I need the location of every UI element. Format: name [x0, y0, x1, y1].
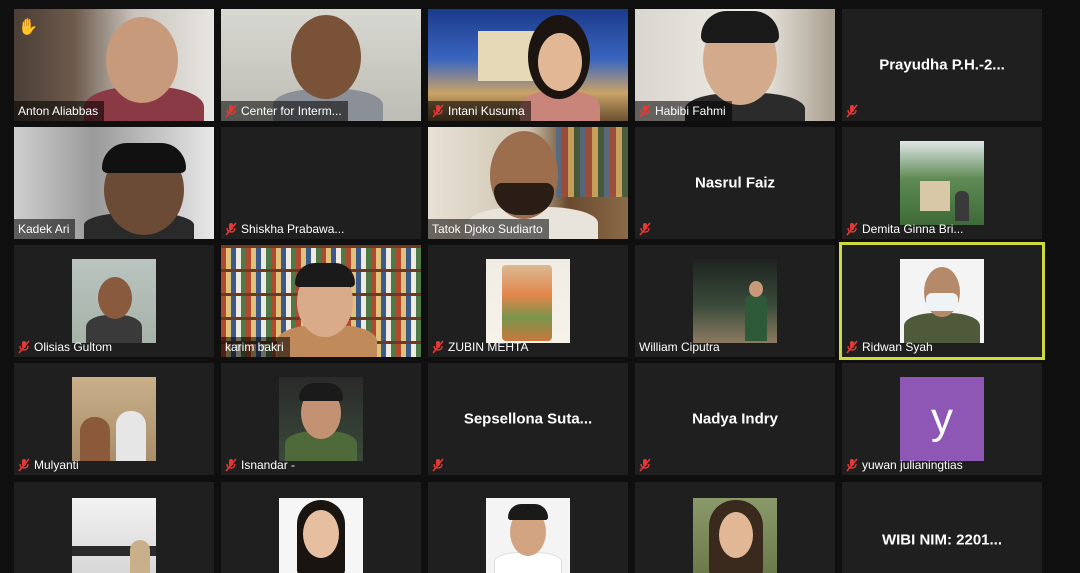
- participant-photo: [72, 259, 156, 343]
- video-tile-olisias-gultom[interactable]: Olisias Gultom: [14, 245, 214, 357]
- muted-mic-icon: [846, 104, 858, 118]
- participant-name-bar: yuwan julianingtias: [842, 455, 969, 475]
- muted-mic-icon: [639, 458, 651, 472]
- participant-name: Ridwan Syah: [862, 340, 933, 354]
- video-tile-center-for-interm[interactable]: Center for Interm...: [221, 9, 421, 121]
- muted-mic-icon: [18, 340, 30, 354]
- participant-name-bar: Shiskha Prabawa...: [221, 219, 350, 239]
- participant-name-bar: Mulyanti: [14, 455, 85, 475]
- participant-name: Olisias Gultom: [34, 340, 113, 354]
- participant-photo: [486, 259, 570, 343]
- participant-display-name: WIBI NIM: 2201...: [881, 531, 1003, 549]
- video-tile-ridwan-syah[interactable]: Ridwan Syah: [839, 242, 1045, 360]
- participant-name-bar: Intani Kusuma: [428, 101, 531, 121]
- participant-photo: [72, 498, 156, 573]
- video-tile-shiskha-prabawa[interactable]: Shiskha Prabawa...: [221, 127, 421, 239]
- video-tile-habibi-fahmi[interactable]: Habibi Fahmi: [635, 9, 835, 121]
- participant-name: Intani Kusuma: [448, 104, 525, 118]
- muted-mic-icon: [225, 222, 237, 236]
- muted-mic-icon: [639, 104, 651, 118]
- video-tile-mulyanti[interactable]: Mulyanti: [14, 363, 214, 475]
- participant-name-bar: William Ciputra: [635, 337, 726, 357]
- video-tile-row5-4[interactable]: [635, 482, 835, 573]
- video-tile-karim-bakri[interactable]: karim bakri: [221, 245, 421, 357]
- muted-mic-icon: [225, 458, 237, 472]
- muted-mic-icon: [18, 458, 30, 472]
- video-tile-nasrul-faiz[interactable]: Nasrul Faiz: [635, 127, 835, 239]
- participant-name: Center for Interm...: [241, 104, 342, 118]
- participant-name-bar: [428, 455, 450, 475]
- participant-name: Shiskha Prabawa...: [241, 222, 345, 236]
- avatar: y: [900, 377, 984, 461]
- video-tile-row5-3[interactable]: [428, 482, 628, 573]
- video-tile-yuwan-julianingtias[interactable]: y yuwan julianingtias: [842, 363, 1042, 475]
- participant-name: Habibi Fahmi: [655, 104, 726, 118]
- muted-mic-icon: [639, 222, 651, 236]
- participant-name: Kadek Ari: [18, 222, 70, 236]
- video-tile-row5-2[interactable]: [221, 482, 421, 573]
- participant-name-bar: Kadek Ari: [14, 219, 76, 239]
- video-tile-wibi[interactable]: WIBI NIM: 2201...: [842, 482, 1042, 573]
- video-tile-prayudha[interactable]: Prayudha P.H.-2...: [842, 9, 1042, 121]
- participant-name-bar: Demita Ginna Bri...: [842, 219, 969, 239]
- muted-mic-icon: [432, 340, 444, 354]
- participant-photo: [900, 141, 984, 225]
- participant-photo: [900, 259, 984, 343]
- video-tile-kadek-ari[interactable]: Kadek Ari: [14, 127, 214, 239]
- video-tile-tatok-djoko-sudiarto[interactable]: Tatok Djoko Sudiarto: [428, 127, 628, 239]
- video-tile-nadya-indry[interactable]: Nadya Indry: [635, 363, 835, 475]
- video-tile-demita-ginna[interactable]: Demita Ginna Bri...: [842, 127, 1042, 239]
- participant-name-bar: Center for Interm...: [221, 101, 348, 121]
- participant-display-name: Nadya Indry: [692, 410, 778, 428]
- muted-mic-icon: [432, 104, 444, 118]
- participant-photo: [279, 377, 363, 461]
- video-tile-intani-kusuma[interactable]: Intani Kusuma: [428, 9, 628, 121]
- participant-display-name: Sepsellona Suta...: [463, 410, 593, 428]
- participant-name: yuwan julianingtias: [862, 458, 963, 472]
- participant-photo: [72, 377, 156, 461]
- participant-name-bar: [635, 219, 657, 239]
- participant-name: Demita Ginna Bri...: [862, 222, 964, 236]
- muted-mic-icon: [846, 222, 858, 236]
- muted-mic-icon: [432, 458, 444, 472]
- participant-photo: [693, 498, 777, 573]
- participant-name: William Ciputra: [639, 340, 720, 354]
- participant-name: Tatok Djoko Sudiarto: [432, 222, 543, 236]
- participant-name-bar: Isnandar -: [221, 455, 301, 475]
- video-tile-isnandar[interactable]: Isnandar -: [221, 363, 421, 475]
- participant-name: Isnandar -: [241, 458, 296, 472]
- participant-name-bar: Anton Aliabbas: [14, 101, 105, 121]
- video-tile-zubin-mehta[interactable]: ZUBIN MEHTA: [428, 245, 628, 357]
- participant-name-bar: [842, 101, 864, 121]
- participant-photo: [279, 498, 363, 573]
- participant-name: Mulyanti: [34, 458, 79, 472]
- participant-photo: [486, 498, 570, 573]
- participant-name-bar: Olisias Gultom: [14, 337, 118, 357]
- muted-mic-icon: [846, 458, 858, 472]
- participant-name: Anton Aliabbas: [18, 104, 99, 118]
- raised-hand-icon: ✋: [18, 19, 38, 36]
- participant-display-name: Nasrul Faiz: [694, 174, 776, 192]
- participant-name-bar: Habibi Fahmi: [635, 101, 732, 121]
- participant-name-bar: [635, 455, 657, 475]
- participant-name-bar: ZUBIN MEHTA: [428, 337, 534, 357]
- participant-name-bar: Tatok Djoko Sudiarto: [428, 219, 549, 239]
- participant-display-name: Prayudha P.H.-2...: [879, 56, 1005, 74]
- muted-mic-icon: [225, 104, 237, 118]
- video-tile-sepsellona[interactable]: Sepsellona Suta...: [428, 363, 628, 475]
- participant-photo: [693, 259, 777, 343]
- participant-name-bar: Ridwan Syah: [842, 337, 939, 357]
- participant-name: ZUBIN MEHTA: [448, 340, 529, 354]
- video-tile-william-ciputra[interactable]: William Ciputra: [635, 245, 835, 357]
- video-tile-anton-aliabbas[interactable]: ✋ Anton Aliabbas: [14, 9, 214, 121]
- participant-name-bar: karim bakri: [221, 337, 290, 357]
- video-tile-row5-1[interactable]: [14, 482, 214, 573]
- muted-mic-icon: [846, 340, 858, 354]
- participant-name: karim bakri: [225, 340, 284, 354]
